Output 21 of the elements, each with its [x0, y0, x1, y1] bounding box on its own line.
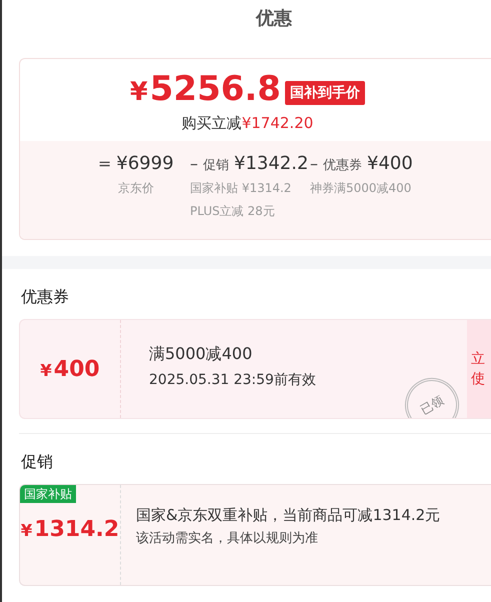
page-title: 优惠 — [254, 7, 293, 31]
coupon-amount: ¥400 — [40, 356, 100, 382]
breakdown-amount: – 促销 ¥1342.2 — [190, 153, 310, 174]
section-title: 促销 — [21, 452, 54, 472]
promo-tag: 国家补贴 — [20, 485, 76, 503]
promotion-amount: ¥1314.2 — [20, 517, 120, 542]
promotion-note: 该活动需实名，具体以规则为准 — [136, 530, 319, 547]
breakdown-amount: – 优惠券 ¥400 — [310, 153, 413, 174]
section-title: 优惠券 — [21, 287, 70, 307]
coupon-validity: 2025.05.31 23:59前有效 — [149, 371, 317, 389]
final-price: ¥5256.8 — [130, 69, 281, 111]
breakdown-note: 京东价 — [117, 180, 155, 197]
breakdown-note: PLUS立减 28元 — [190, 203, 276, 220]
coupon-condition: 满5000减400 — [149, 344, 254, 365]
breakdown-amount: = ¥6999 — [98, 153, 175, 174]
promotion-description: 国家&京东双重补贴，当前商品可减1314.2元 — [136, 505, 442, 525]
saving-text: 购买立减¥1742.20 — [180, 114, 314, 133]
breakdown-note: 神券满5000减400 — [310, 180, 412, 197]
breakdown-note: 国家补贴 ¥1314.2 — [190, 180, 292, 197]
price-badge: 国补到手价 — [284, 80, 365, 104]
use-button[interactable]: 立 使 — [467, 320, 491, 418]
